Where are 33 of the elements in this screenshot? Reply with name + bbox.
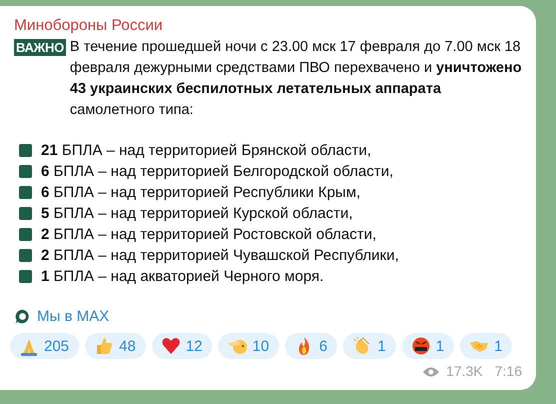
heart-icon xyxy=(160,336,181,356)
channel-name[interactable]: Минобороны России xyxy=(14,15,522,36)
reaction-button[interactable]: 1 xyxy=(460,333,512,359)
list-item: 21 БПЛА – над территорией Брянской области, xyxy=(41,141,372,161)
square-bullet-icon xyxy=(19,207,32,220)
square-bullet-icon xyxy=(19,270,32,283)
square-bullet-icon xyxy=(19,228,32,241)
eye-icon xyxy=(422,366,440,378)
list-item: 1 БПЛА – над акваторией Черного моря. xyxy=(41,267,324,287)
list-item: 6 БПЛА – над территорией Республики Крым, xyxy=(41,183,360,203)
list-item: 2 БПЛА – над территорией Чувашской Республики, xyxy=(41,246,399,266)
chat-bubble-icon xyxy=(14,308,31,325)
reaction-button[interactable]: 205 xyxy=(10,333,80,359)
list-item: 6 БПЛА – над территорией Белгородской области, xyxy=(41,162,394,182)
reaction-button[interactable]: 10 xyxy=(218,333,280,359)
important-badge: ВАЖНО xyxy=(14,39,66,56)
reaction-button[interactable]: 6 xyxy=(285,333,338,359)
reaction-button[interactable]: 48 xyxy=(85,333,146,359)
thumbs-up-icon xyxy=(94,336,114,356)
square-bullet-icon xyxy=(19,186,32,199)
list-item: 2 БПЛА – над территорией Ростовской области, xyxy=(41,225,376,245)
message-time: 7:16 xyxy=(494,362,522,381)
square-bullet-icon xyxy=(19,144,32,157)
square-bullet-icon xyxy=(19,165,32,178)
reaction-button[interactable]: 1 xyxy=(402,333,454,359)
list-item: 5 БПЛА – над территорией Курской области, xyxy=(41,204,353,224)
angry-face-icon xyxy=(410,336,431,356)
view-count: 17.3K xyxy=(446,362,483,381)
square-bullet-icon xyxy=(19,249,32,262)
channel-link[interactable]: Мы в MAX xyxy=(37,306,110,327)
reaction-button[interactable]: 1 xyxy=(343,333,396,359)
reaction-button[interactable]: 12 xyxy=(152,333,212,359)
message-text: В течение прошедшей ночи с 23.00 мск 17 февраля до 7.00 мск 18 февраля дежурными средствами ПВО перехвачено и уничтожено 43 украинских беспилотных летательных аппарата самолетного типа: xyxy=(70,38,522,120)
